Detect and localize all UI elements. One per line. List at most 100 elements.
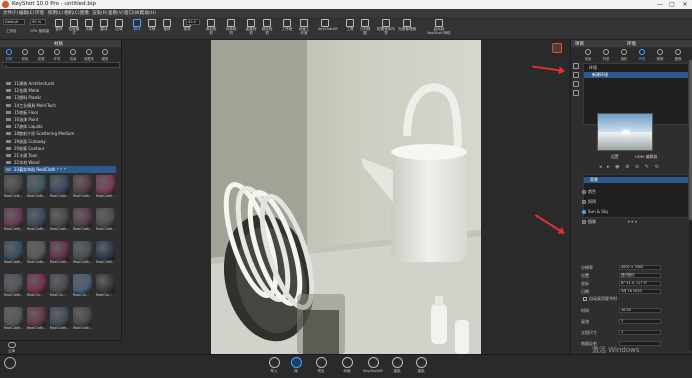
material-swatch[interactable]: RealCloth... (4, 274, 23, 299)
folder-tree-item[interactable]: 19剖面 Cutaway (4, 138, 116, 145)
delete-environment-icon[interactable] (573, 81, 579, 87)
splitter-handle[interactable]: ••• (56, 167, 67, 173)
material-swatch[interactable]: RealClo... (50, 274, 69, 299)
close-icon[interactable]: ✕ (679, 0, 691, 9)
hdri-preview-thumbnail[interactable] (597, 113, 653, 151)
folder-tree-item[interactable]: 12金属 Metal (4, 87, 116, 94)
material-swatch[interactable]: RealCloth... (73, 241, 92, 266)
property-value-field[interactable]: 纽约纽约 (619, 273, 661, 278)
tab-environment[interactable]: 环境 (635, 49, 649, 61)
material-swatch[interactable]: RealCloth... (4, 307, 23, 332)
animation-button[interactable]: 动画 (338, 357, 356, 377)
background-option-radio[interactable] (582, 200, 586, 204)
tab-material[interactable]: 材质 (599, 49, 613, 61)
menu-render[interactable]: 渲染(R) (92, 10, 108, 16)
render-image[interactable] (211, 40, 481, 354)
render-button[interactable]: 渲染 (388, 357, 406, 377)
tab-environments[interactable]: 环境 (50, 49, 64, 61)
material-swatch[interactable]: RealClo... (73, 274, 92, 299)
folder-tree-item[interactable]: 20轮廓 Contour (4, 145, 116, 152)
tab-textures[interactable]: 纹理 (34, 49, 48, 61)
menu-help[interactable]: 帮助(H) (140, 10, 156, 16)
menu-view[interactable]: 查看(V) (108, 10, 124, 16)
region-button[interactable]: 区域 (112, 19, 126, 38)
keyshot-network-button[interactable]: 启动到 KeyShot 网络 (426, 19, 452, 38)
environment-list-item-selected[interactable]: 新建环境 (584, 72, 688, 78)
tab-favorites[interactable]: 收藏夹 (82, 49, 96, 61)
property-value-field[interactable]: 1 (619, 330, 661, 335)
viewport-overlay-icon[interactable] (552, 43, 562, 53)
keyshotxr-bottom-button[interactable]: KeyShotXR (362, 357, 384, 377)
studio-button[interactable]: 工作室 (280, 19, 294, 38)
tab-image[interactable]: 图像 (671, 49, 685, 61)
folder-tree-item[interactable]: 11建筑 Architectural (4, 80, 116, 87)
material-swatch[interactable]: RealCloth... (73, 175, 92, 200)
pause-button[interactable]: 暂停 (52, 19, 66, 38)
folder-tree-item[interactable]: 18散射介质 Scattering Medium (4, 130, 116, 137)
material-swatch[interactable]: RealCloth... (96, 241, 115, 266)
menu-environment[interactable]: 环境 (35, 10, 44, 16)
material-swatch[interactable]: RealClo... (96, 274, 115, 299)
material-swatch[interactable]: RealCloth... (4, 175, 23, 200)
settings-link[interactable]: 设置 (611, 154, 619, 160)
playback-controls[interactable]: ◂ ▸ ◉ ⊕ ⊖ ✎ ⟲ (599, 164, 669, 170)
tab-lighting[interactable]: 照明 (653, 49, 667, 61)
environment-list-item[interactable]: 环境 (584, 65, 688, 71)
property-value-field[interactable]: 10:54 (619, 308, 661, 313)
property-value-field[interactable]: 5月 16 2020 (619, 289, 661, 294)
duplicate-environment-icon[interactable] (573, 72, 579, 78)
material-swatch[interactable]: RealCloth... (50, 241, 69, 266)
material-swatch[interactable]: RealCloth... (96, 175, 115, 200)
dst-checkbox[interactable] (583, 297, 587, 301)
background-option-radio[interactable] (582, 190, 586, 194)
material-swatch[interactable]: RealCloth... (96, 208, 115, 233)
tab-materials[interactable]: 材质 (2, 49, 16, 61)
hdri-editor-link[interactable]: HDRI 编辑器 (635, 154, 657, 160)
material-swatch[interactable]: RealCloth... (27, 208, 46, 233)
material-swatch[interactable]: RealCloth... (50, 307, 69, 332)
fov-value-field[interactable]: 50.0 (186, 19, 200, 25)
maximize-icon[interactable]: □ (666, 0, 678, 9)
folder-tree-item[interactable]: 15地板 Floor (4, 109, 116, 116)
tab-camera[interactable]: 相机 (617, 49, 631, 61)
switch-camera-button[interactable]: 切换相机 (224, 19, 238, 38)
tab-scene[interactable]: 场景 (581, 49, 595, 61)
project-button[interactable]: 项目 (312, 357, 330, 377)
material-swatch[interactable]: RealCloth... (27, 241, 46, 266)
menu-window[interactable]: 窗口(W) (124, 10, 141, 16)
material-swatch[interactable]: RealClo... (27, 274, 46, 299)
light-manager-button[interactable]: 光源管理器 (398, 19, 416, 38)
add-environment-icon[interactable] (573, 63, 579, 69)
folder-tree-item[interactable]: 21卡通 Toon (4, 152, 116, 159)
menu-edit[interactable]: 编辑(E) (19, 10, 34, 16)
folder-tree-item[interactable]: 13塑料 Plastic (4, 94, 116, 101)
folder-tree-item[interactable]: 17液体 Liquids (4, 123, 116, 130)
pin-icon[interactable] (573, 90, 579, 96)
material-swatch[interactable]: RealCloth... (73, 307, 92, 332)
material-swatch[interactable]: RealCloth... (27, 307, 46, 332)
pan-button[interactable]: 平移 (145, 19, 159, 38)
material-swatch[interactable]: RealCloth... (73, 208, 92, 233)
tab-models[interactable]: 模型 (98, 49, 112, 61)
background-option-radio[interactable] (582, 220, 586, 224)
lock-camera-button[interactable]: 锁定相机 (260, 19, 274, 38)
minimize-icon[interactable]: — (654, 0, 666, 9)
property-value-field[interactable]: N° 41.9, 117.5° (619, 281, 661, 286)
add-camera-button[interactable]: 添加相机 (204, 19, 218, 38)
tumble-button[interactable]: 翻译 (130, 19, 144, 38)
keyshotxr-button[interactable]: KeyShotXR (318, 19, 338, 38)
material-swatch[interactable]: RealCloth... (4, 241, 23, 266)
tools-button[interactable]: 工具 (343, 19, 357, 38)
material-swatch[interactable]: RealCloth... (50, 175, 69, 200)
tab-colors[interactable]: 颜色 (18, 49, 32, 61)
cloud-library-icon[interactable] (8, 342, 16, 348)
import-button[interactable]: 导入 (265, 357, 283, 377)
reset-camera-button[interactable]: 重置相机 (244, 19, 258, 38)
background-list-item-selected[interactable]: 背景 (584, 177, 688, 183)
splitter-handle[interactable]: ••• (627, 220, 638, 226)
configurator-wizard-button[interactable]: 配置程序向导 (376, 19, 396, 38)
material-swatch[interactable]: RealCloth... (50, 208, 69, 233)
menu-image[interactable]: 图像 (80, 10, 89, 16)
cloud-library-button[interactable] (4, 357, 16, 369)
cpu-value-field[interactable]: 95 % (30, 19, 46, 25)
